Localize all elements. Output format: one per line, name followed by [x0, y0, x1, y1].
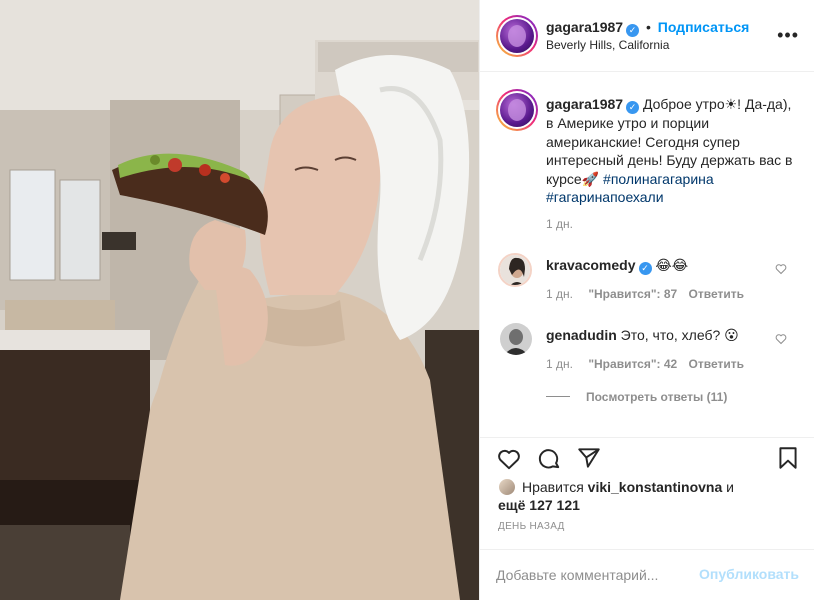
- comment-likes[interactable]: "Нравится": 42: [588, 357, 677, 371]
- hashtag-link[interactable]: #гагаринапоехали: [546, 189, 664, 205]
- author-avatar[interactable]: [496, 15, 538, 57]
- view-replies-button[interactable]: Посмотреть ответы (11): [586, 390, 727, 404]
- comment-username[interactable]: genadudin: [546, 327, 617, 343]
- comment-username[interactable]: kravacomedy: [546, 257, 636, 273]
- likes-prefix: Нравится: [522, 479, 584, 495]
- comment-input[interactable]: [496, 565, 706, 585]
- verified-badge-icon: ✓: [626, 24, 640, 37]
- header-title-row: gagara1987 ✓ • Подписаться: [546, 19, 749, 37]
- liker-avatar[interactable]: [498, 478, 516, 496]
- others-likes-link[interactable]: ещё 127 121: [498, 497, 580, 513]
- caption-author-avatar[interactable]: [496, 89, 538, 131]
- reply-button[interactable]: Ответить: [689, 357, 744, 371]
- post-side-panel: gagara1987 ✓ • Подписаться Beverly Hills,…: [479, 0, 814, 600]
- thread-line: [546, 396, 570, 397]
- comments-area: gagara1987 ✓ Доброе утро☀! Да-да), в Амер…: [480, 73, 814, 437]
- comment-avatar[interactable]: [500, 323, 532, 355]
- heart-icon[interactable]: [496, 446, 522, 472]
- add-comment-bar: Опубликовать: [480, 549, 814, 600]
- more-options-icon[interactable]: •••: [777, 26, 799, 44]
- comment-text: Это, что, хлеб? 😮: [620, 327, 739, 343]
- post-time[interactable]: ДЕНЬ НАЗАД: [498, 521, 565, 532]
- post-header: gagara1987 ✓ • Подписаться Beverly Hills,…: [480, 0, 814, 72]
- comment-time[interactable]: 1 дн.: [546, 287, 573, 301]
- instagram-post-modal: gagara1987 ✓ • Подписаться Beverly Hills,…: [0, 0, 814, 600]
- comment-row: genadudin Это, что, хлеб? 😮: [546, 327, 766, 344]
- caption-time[interactable]: 1 дн.: [546, 217, 573, 231]
- comment-meta: 1 дн. "Нравится": 87 Ответить: [546, 287, 744, 301]
- comment-meta: 1 дн. "Нравится": 42 Ответить: [546, 357, 744, 371]
- author-username[interactable]: gagara1987: [546, 19, 623, 35]
- verified-badge-icon: ✓: [638, 262, 652, 275]
- comment-time[interactable]: 1 дн.: [546, 357, 573, 371]
- comment-avatar[interactable]: [498, 253, 532, 287]
- caption: gagara1987 ✓ Доброе утро☀! Да-да), в Амер…: [546, 95, 801, 207]
- comment-bubble-icon[interactable]: [536, 446, 562, 472]
- bookmark-icon[interactable]: [775, 445, 801, 471]
- comment-like-heart-icon[interactable]: [775, 263, 787, 275]
- caption-username[interactable]: gagara1987: [546, 96, 623, 112]
- verified-badge-icon: ✓: [626, 101, 640, 114]
- comment-text: 😂😂: [655, 257, 689, 273]
- post-photo[interactable]: [0, 0, 479, 600]
- hashtag-link[interactable]: #полинагагарина: [603, 171, 714, 187]
- paper-plane-icon[interactable]: [576, 445, 602, 471]
- comment-likes[interactable]: "Нравится": 87: [588, 287, 677, 301]
- liker-username[interactable]: viki_konstantinovna: [588, 479, 723, 495]
- follow-button[interactable]: Подписаться: [658, 19, 750, 35]
- location-link[interactable]: Beverly Hills, California: [546, 38, 669, 52]
- photo-illustration: [0, 0, 479, 600]
- likes-and: и: [726, 479, 734, 495]
- separator-dot: •: [645, 19, 651, 35]
- likes-summary: Нравится viki_konstantinovna и ещё 127 1…: [498, 478, 758, 514]
- reply-button[interactable]: Ответить: [689, 287, 744, 301]
- comment-like-heart-icon[interactable]: [775, 333, 787, 345]
- comment-row: kravacomedy ✓ 😂😂: [546, 257, 766, 275]
- post-actions: Нравится viki_konstantinovna и ещё 127 1…: [480, 437, 814, 600]
- publish-comment-button[interactable]: Опубликовать: [699, 566, 799, 582]
